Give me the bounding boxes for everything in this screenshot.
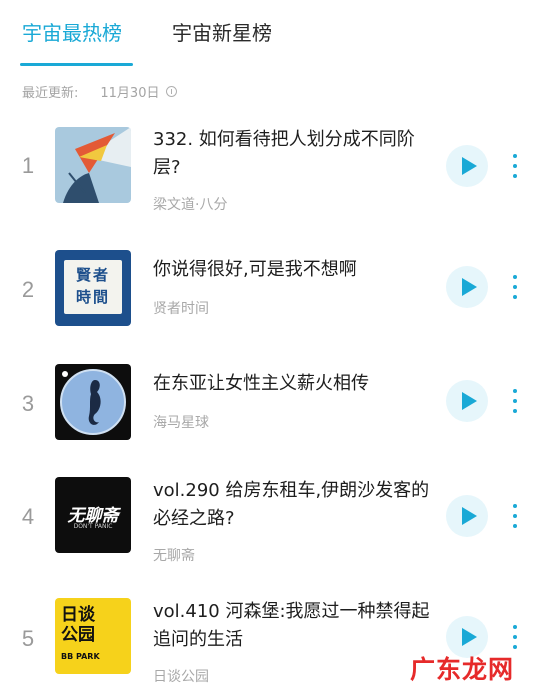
podcast-cover <box>55 127 131 203</box>
podcast-name[interactable]: 梁文道·八分 <box>153 194 227 214</box>
tab-hottest-chart[interactable]: 宇宙最热榜 <box>22 19 122 47</box>
cover-art-2: 賢者 時間 <box>64 260 122 314</box>
tab-bar: 宇宙最热榜 宇宙新星榜 <box>0 0 543 66</box>
last-updated: 最近更新: 11月30日 <box>22 82 178 101</box>
episode-title[interactable]: 在东亚让女性主义薪火相传 <box>153 370 438 398</box>
cover-art-3 <box>55 364 131 440</box>
rank-number: 1 <box>21 153 35 178</box>
list-item[interactable]: 1 332. 如何看待把人划分成不同阶层? 梁文道·八分 <box>0 114 543 226</box>
last-updated-date: 11月30日 <box>100 86 160 101</box>
episode-title[interactable]: vol.290 给房东租车,伊朗沙发客的必经之路? <box>153 477 438 533</box>
rank-number: 5 <box>21 626 35 651</box>
play-icon <box>462 628 477 646</box>
podcast-cover: 日谈 公园 BB PARK <box>55 598 131 674</box>
list-item[interactable]: 2 賢者 時間 你说得很好,可是我不想啊 贤者时间 <box>0 238 543 350</box>
cover-text: BB PARK <box>61 652 100 661</box>
rank-number: 2 <box>21 277 35 302</box>
play-icon <box>462 157 477 175</box>
watermark-text: 广东龙网 <box>410 655 515 684</box>
podcast-cover: 无聊斋 DON'T PANIC <box>55 477 131 553</box>
play-icon <box>462 392 477 410</box>
last-updated-label: 最近更新: <box>22 86 79 101</box>
cover-text: 賢者 <box>75 266 110 284</box>
podcast-name[interactable]: 贤者时间 <box>153 298 209 318</box>
cover-text: 時間 <box>75 288 110 306</box>
play-button[interactable] <box>446 266 488 308</box>
episode-title[interactable]: vol.410 河森堡:我愿过一种禁得起追问的生活 <box>153 598 438 654</box>
podcast-name[interactable]: 无聊斋 <box>153 545 195 565</box>
episode-title[interactable]: 332. 如何看待把人划分成不同阶层? <box>153 126 438 182</box>
active-tab-indicator <box>20 63 133 66</box>
play-icon <box>462 278 477 296</box>
cover-text: 日谈 <box>61 605 95 625</box>
more-options-icon[interactable] <box>510 275 520 299</box>
podcast-cover: 賢者 時間 <box>55 250 131 326</box>
list-item[interactable]: 3 在东亚让女性主义薪火相传 海马星球 <box>0 352 543 464</box>
more-options-icon[interactable] <box>510 504 520 528</box>
more-options-icon[interactable] <box>510 154 520 178</box>
more-options-icon[interactable] <box>510 625 520 649</box>
podcast-name[interactable]: 海马星球 <box>153 412 209 432</box>
info-icon[interactable] <box>166 86 178 97</box>
rank-number: 3 <box>21 391 35 416</box>
tab-new-star-chart[interactable]: 宇宙新星榜 <box>172 19 272 47</box>
podcast-cover <box>55 364 131 440</box>
play-button[interactable] <box>446 380 488 422</box>
play-button[interactable] <box>446 145 488 187</box>
cover-art-1 <box>55 127 131 203</box>
rank-number: 4 <box>21 504 35 529</box>
more-options-icon[interactable] <box>510 389 520 413</box>
play-button[interactable] <box>446 495 488 537</box>
podcast-name[interactable]: 日谈公园 <box>153 666 209 686</box>
cover-text: DON'T PANIC <box>73 523 113 530</box>
play-icon <box>462 507 477 525</box>
list-item[interactable]: 4 无聊斋 DON'T PANIC vol.290 给房东租车,伊朗沙发客的必经… <box>0 465 543 577</box>
cover-text: 公园 <box>61 625 95 645</box>
episode-title[interactable]: 你说得很好,可是我不想啊 <box>153 256 438 284</box>
